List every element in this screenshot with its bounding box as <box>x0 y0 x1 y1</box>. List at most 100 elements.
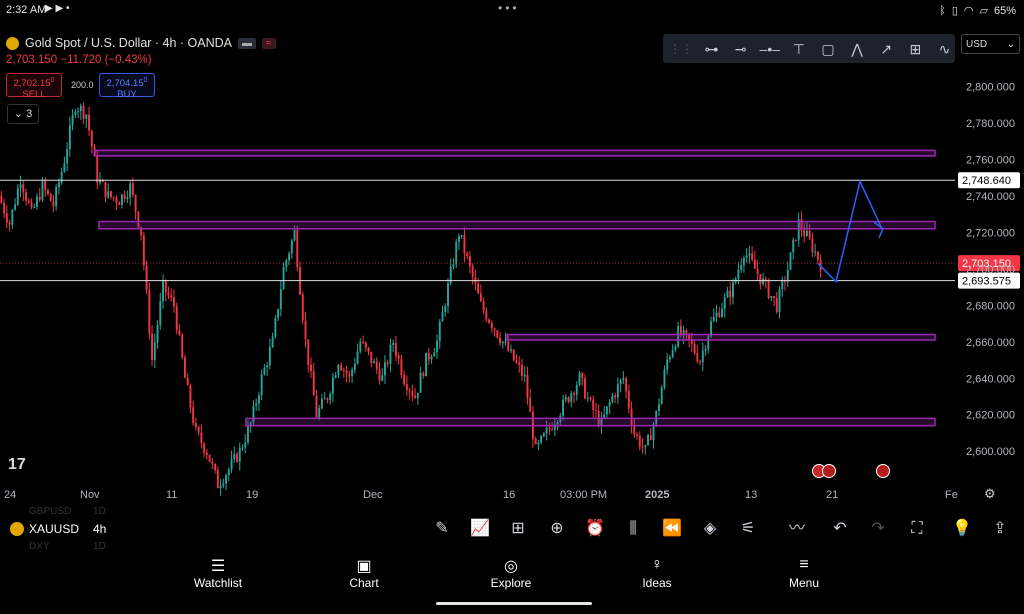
hline-tool-icon[interactable]: ⊶ <box>701 39 722 59</box>
candle-body <box>126 197 129 199</box>
candle-body <box>156 324 159 343</box>
price-chart[interactable]: 2,748.6402,693.5752,703.150 2,800.0002,7… <box>0 64 1024 512</box>
us-flag-icon[interactable] <box>876 464 890 478</box>
candle-body <box>170 295 173 298</box>
candle-body <box>66 149 69 164</box>
settings-icon[interactable]: ⚟ <box>736 518 760 540</box>
candle-body <box>466 253 469 256</box>
candle-body <box>644 444 647 448</box>
time-tick-label: Dec <box>363 489 383 501</box>
grid-tool-icon[interactable]: ⊞ <box>905 39 926 59</box>
us-flag-icon[interactable] <box>822 464 836 478</box>
candle-body <box>74 111 77 115</box>
rect-tool-icon[interactable]: ▢ <box>817 39 838 59</box>
candles-icon[interactable]: ⫼ <box>621 518 645 540</box>
share-icon[interactable]: ⇪ <box>988 518 1012 540</box>
replay-icon[interactable]: ⏪ <box>660 518 684 540</box>
candle-body <box>789 252 792 270</box>
candle-body <box>438 321 441 341</box>
market-status-icon: ▬ <box>238 37 257 49</box>
candle-body <box>548 427 551 429</box>
candle-body <box>362 341 365 343</box>
candle-body <box>416 392 419 399</box>
candles <box>0 102 822 496</box>
symbol-title[interactable]: Gold Spot / U.S. Dollar · 4h · OANDA <box>25 36 232 50</box>
candle-body <box>753 259 756 269</box>
candle-body <box>282 267 285 290</box>
candle-body <box>345 370 348 375</box>
compare-icon[interactable]: 〰 <box>785 518 809 540</box>
candle-body <box>197 427 200 433</box>
undo-icon[interactable]: ↶ <box>828 518 852 540</box>
brush-tool-icon[interactable]: ↗ <box>876 39 897 59</box>
candle-body <box>400 358 403 376</box>
candle-body <box>85 114 88 119</box>
pattern-tool-icon[interactable]: ⋀ <box>847 39 868 59</box>
redo-icon[interactable]: ↷ <box>866 518 890 540</box>
templates-icon[interactable]: ⊞ <box>506 518 530 540</box>
fullscreen-icon[interactable]: ⛶ <box>905 518 929 540</box>
candle-body <box>71 114 74 126</box>
candle-body <box>663 369 666 388</box>
candle-body <box>781 281 784 290</box>
candle-body <box>534 438 537 445</box>
more-dots-icon[interactable]: ••• <box>498 1 520 15</box>
interval-selector[interactable]: 4h <box>93 522 106 536</box>
candle-body <box>767 280 770 298</box>
nav-menu[interactable]: ≡ Menu <box>754 556 854 590</box>
currency-select[interactable]: USD ⌄ <box>961 34 1020 54</box>
nav-label: Ideas <box>642 576 672 590</box>
candle-body <box>773 296 776 298</box>
candle-body <box>285 260 288 268</box>
price-zone <box>94 149 936 157</box>
candle-body <box>575 384 578 395</box>
nav-chart[interactable]: ▣ Chart <box>314 556 414 590</box>
candle-body <box>183 357 186 378</box>
candle-body <box>594 410 597 412</box>
candle-body <box>636 434 639 436</box>
candle-body <box>452 264 455 267</box>
currency-value: USD <box>966 39 988 50</box>
nav-watchlist[interactable]: ☰ Watchlist <box>168 556 268 590</box>
indicators-icon[interactable]: 📈 <box>468 518 492 540</box>
candle-body <box>16 188 19 205</box>
nav-ideas[interactable]: ♀ Ideas <box>607 556 707 590</box>
alert-icon[interactable]: ⏰ <box>583 518 607 540</box>
add-icon[interactable]: ⊕ <box>545 518 569 540</box>
candle-body <box>353 363 356 370</box>
candle-body <box>627 390 630 409</box>
candle-body <box>668 357 671 360</box>
hray-tool-icon[interactable]: ⊸ <box>730 39 751 59</box>
candle-body <box>751 253 754 260</box>
candle-body <box>77 111 80 113</box>
drag-handle-icon[interactable]: ⋮⋮ <box>669 42 693 56</box>
data-delay-icon: ≈ <box>262 37 276 49</box>
candle-body <box>247 426 249 443</box>
candle-body <box>186 377 189 386</box>
wave-tool-icon[interactable]: ∿ <box>934 39 955 59</box>
candle-body <box>808 230 811 239</box>
candle-body <box>392 343 395 345</box>
system-icons: ᛒ ▯ ◠ ▱ 65% <box>939 4 1016 18</box>
candle-body <box>403 375 406 385</box>
crossline-tool-icon[interactable]: –•– <box>759 39 780 59</box>
idea-icon[interactable]: 💡 <box>950 518 974 540</box>
settings-gear-icon[interactable]: ⚙ <box>984 486 996 502</box>
battery-percent: 65% <box>993 4 1016 17</box>
candle-body <box>348 374 351 376</box>
symbol-selector[interactable]: XAUUSD <box>29 522 79 536</box>
candle-body <box>304 320 307 340</box>
candle-body <box>323 398 326 400</box>
pencil-icon[interactable]: ✎ <box>430 518 454 540</box>
candle-body <box>14 204 17 210</box>
price-zone <box>506 333 936 341</box>
candle-body <box>96 156 99 183</box>
candle-body <box>104 182 107 198</box>
candle-body <box>485 310 488 320</box>
layers-icon[interactable]: ◈ <box>698 518 722 540</box>
vline-tool-icon[interactable]: ⊤ <box>788 39 809 59</box>
candle-body <box>603 414 606 418</box>
candle-body <box>189 385 192 408</box>
nav-explore[interactable]: ◎ Explore <box>461 556 561 590</box>
candle-body <box>233 453 236 460</box>
